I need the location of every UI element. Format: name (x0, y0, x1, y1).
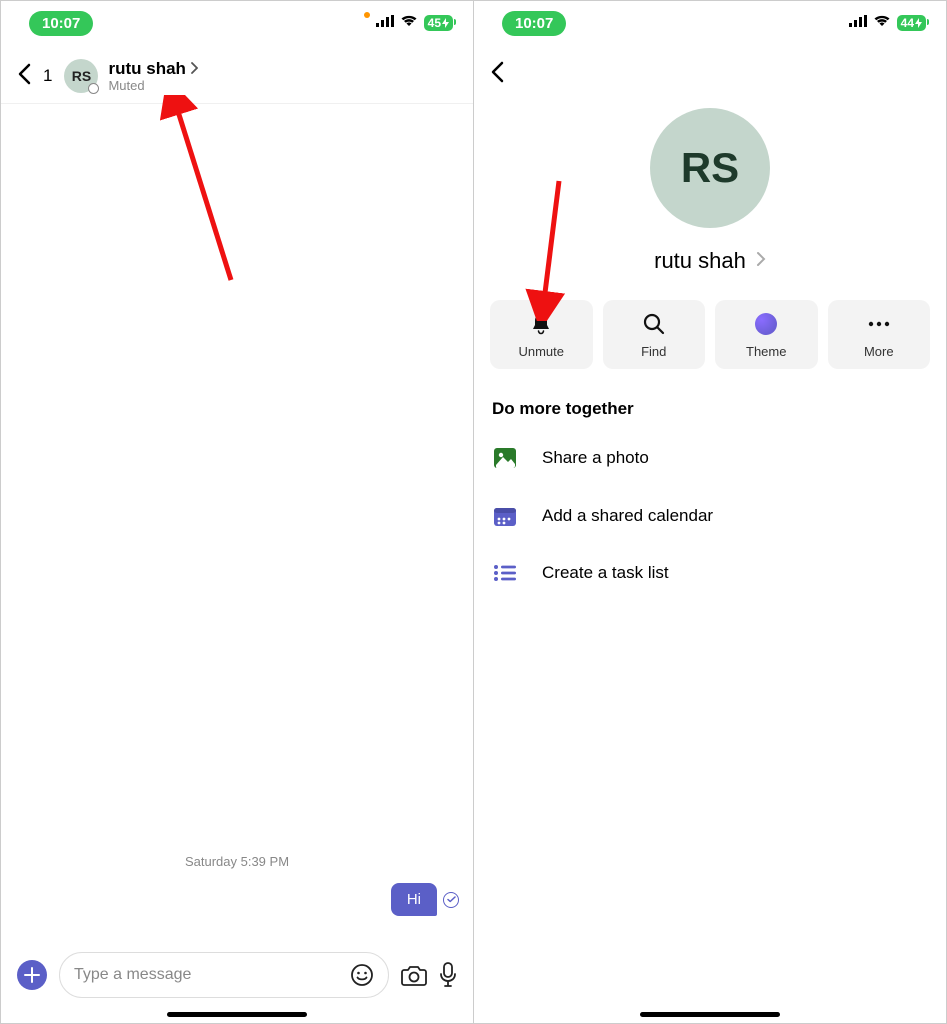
chat-body[interactable]: Saturday 5:39 PM Hi (1, 104, 473, 944)
avatar-large[interactable]: RS (650, 108, 770, 228)
back-count: 1 (43, 66, 52, 86)
charging-icon (442, 18, 449, 28)
chevron-right-icon (756, 251, 766, 272)
avatar-small[interactable]: RS (64, 59, 98, 93)
option-label: Share a photo (542, 448, 649, 468)
shared-calendar-option[interactable]: Add a shared calendar (488, 487, 932, 545)
chat-title: rutu shah (108, 59, 185, 79)
status-icons: 45 (364, 14, 453, 32)
smiley-icon (350, 963, 374, 987)
action-label: Theme (746, 344, 786, 359)
add-button[interactable] (17, 960, 47, 990)
battery-value: 44 (901, 16, 914, 30)
wifi-icon (873, 14, 891, 32)
avatar-initials: RS (72, 68, 91, 84)
profile-body: RS rutu shah Unmute Find (474, 90, 946, 601)
option-label: Add a shared calendar (542, 506, 713, 526)
status-bar: 10:07 45 (1, 1, 473, 45)
camera-button[interactable] (401, 964, 427, 986)
unmute-button[interactable]: Unmute (490, 300, 593, 369)
avatar-initials: RS (681, 144, 739, 192)
time-pill: 10:07 (502, 11, 566, 36)
message-status-icon (443, 892, 459, 908)
time-pill: 10:07 (29, 11, 93, 36)
message-input[interactable] (74, 966, 340, 984)
list-icon (492, 564, 518, 582)
camera-icon (401, 964, 427, 986)
share-photo-option[interactable]: Share a photo (488, 429, 932, 487)
theme-icon (755, 312, 777, 336)
back-button[interactable] (488, 59, 506, 89)
home-indicator (640, 1012, 780, 1017)
profile-header (474, 45, 946, 90)
message-input-wrap (59, 952, 389, 998)
status-bar: 10:07 44 (474, 1, 946, 45)
profile-name: rutu shah (654, 248, 746, 274)
option-label: Create a task list (542, 563, 669, 583)
action-row: Unmute Find Theme More (488, 300, 932, 369)
recording-indicator-icon (364, 12, 370, 18)
wifi-icon (400, 14, 418, 32)
more-icon (867, 312, 891, 336)
find-button[interactable]: Find (603, 300, 706, 369)
cellular-signal-icon (849, 14, 867, 32)
presence-indicator-icon (88, 83, 99, 94)
composer (1, 944, 473, 1004)
more-button[interactable]: More (828, 300, 931, 369)
emoji-button[interactable] (350, 963, 374, 987)
profile-name-button[interactable]: rutu shah (654, 248, 766, 274)
mic-icon (439, 962, 457, 988)
action-label: Unmute (518, 344, 564, 359)
cellular-signal-icon (376, 14, 394, 32)
muted-label: Muted (108, 79, 197, 94)
option-list: Share a photo Add a shared calendar Crea… (488, 429, 932, 601)
status-icons: 44 (849, 14, 926, 32)
home-indicator (167, 1012, 307, 1017)
section-title: Do more together (492, 399, 634, 419)
calendar-icon (492, 505, 518, 527)
battery-value: 45 (428, 16, 441, 30)
battery-indicator: 44 (897, 15, 926, 31)
action-label: More (864, 344, 894, 359)
mic-button[interactable] (439, 962, 457, 988)
profile-screen: 10:07 44 RS rutu shah (474, 1, 946, 1023)
battery-indicator: 45 (424, 15, 453, 31)
chat-header: 1 RS rutu shah Muted (1, 45, 473, 104)
chat-title-block[interactable]: rutu shah Muted (108, 59, 197, 93)
charging-icon (915, 18, 922, 28)
back-button[interactable] (15, 61, 33, 92)
chat-screen: 10:07 45 1 RS rutu shah (1, 1, 473, 1023)
action-label: Find (641, 344, 666, 359)
search-icon (642, 312, 666, 336)
task-list-option[interactable]: Create a task list (488, 545, 932, 601)
theme-button[interactable]: Theme (715, 300, 818, 369)
bell-icon (530, 312, 552, 336)
plus-icon (24, 967, 40, 983)
message-timestamp: Saturday 5:39 PM (15, 854, 459, 869)
chevron-right-icon (190, 61, 198, 77)
photo-icon (492, 447, 518, 469)
message-bubble[interactable]: Hi (391, 883, 437, 916)
message-row: Hi (15, 883, 459, 916)
